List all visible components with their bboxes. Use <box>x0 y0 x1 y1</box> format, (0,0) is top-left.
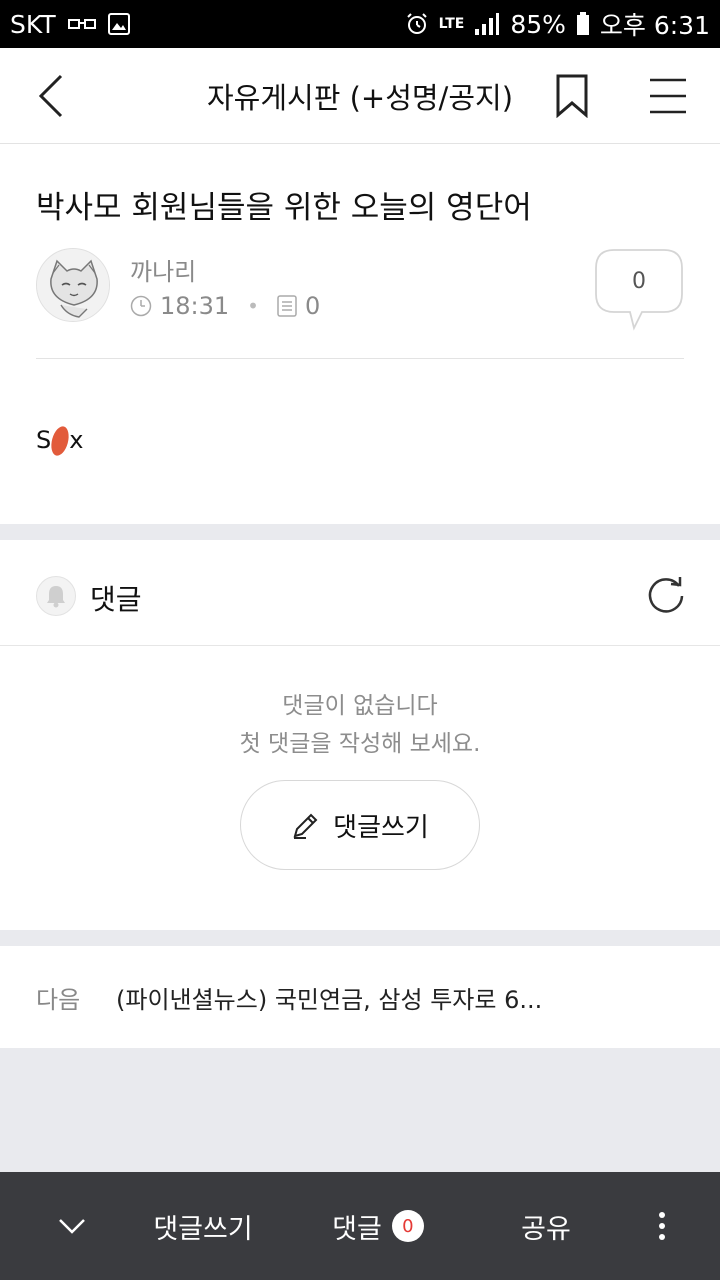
board-title-text: 자유게시판 (+성명/공지) <box>206 81 514 115</box>
toolbar-write-comment-label: 댓글쓰기 <box>153 1213 253 1245</box>
more-options-button[interactable] <box>640 1172 684 1280</box>
bottom-toolbar: 댓글쓰기 댓글 0 공유 <box>0 1172 720 1280</box>
document-icon <box>277 295 297 317</box>
clock-icon <box>130 295 152 317</box>
header-divider <box>36 358 684 359</box>
glasses-icon <box>67 16 96 32</box>
carrier-label: SKT <box>10 9 56 39</box>
post-body-start: S <box>36 426 52 454</box>
post-body: Sx <box>36 424 84 458</box>
author-name[interactable]: 까나리 <box>130 252 196 287</box>
comments-section: 댓글 댓글이 없습니다 첫 댓글을 작성해 보세요. 댓글쓰기 <box>0 540 720 930</box>
next-post-link[interactable]: 다음 (파이낸셜뉴스) 국민연금, 삼성 투자로 6... <box>0 946 720 1048</box>
post-title: 박사모 회원님들을 위한 오늘의 영단어 <box>36 190 532 226</box>
refresh-icon <box>648 577 684 613</box>
post-article: 박사모 회원님들을 위한 오늘의 영단어 까나리 18:31 • 0 0 Sx <box>0 144 720 524</box>
battery-icon <box>576 12 590 36</box>
board-title: 자유게시판 (+성명/공지) <box>0 48 720 144</box>
share-button[interactable]: 공유 <box>504 1172 588 1280</box>
comments-header: 댓글 <box>0 540 720 646</box>
next-post-tag: 다음 <box>36 985 81 1014</box>
back-button[interactable] <box>24 68 80 124</box>
pencil-icon <box>293 813 318 839</box>
network-type: LTE <box>438 16 465 32</box>
notification-toggle[interactable] <box>36 576 76 616</box>
comment-count: 0 <box>632 268 646 294</box>
write-comment-label: 댓글쓰기 <box>333 812 429 843</box>
signal-icon <box>474 12 500 36</box>
bell-icon <box>47 586 65 608</box>
bookmark-button[interactable] <box>548 70 596 122</box>
meta-separator: • <box>247 294 259 318</box>
battery-percent: 85% <box>510 9 566 39</box>
toolbar-write-comment-button[interactable]: 댓글쓰기 <box>140 1172 266 1280</box>
clock: 오후 6:31 <box>599 11 710 40</box>
back-arrow-icon <box>38 74 63 118</box>
post-body-end: x <box>69 426 84 454</box>
cat-avatar-icon <box>37 249 109 321</box>
post-meta: 18:31 • 0 <box>130 292 320 320</box>
post-time: 18:31 <box>160 292 230 320</box>
app-header: 자유게시판 (+성명/공지) <box>0 48 720 144</box>
chevron-down-icon <box>59 1219 85 1234</box>
share-label: 공유 <box>521 1213 571 1245</box>
next-post-title: (파이낸셜뉴스) 국민연금, 삼성 투자로 6... <box>116 985 543 1014</box>
view-count: 0 <box>304 292 321 320</box>
collapse-button[interactable] <box>40 1172 104 1280</box>
empty-comments-hint: 첫 댓글을 작성해 보세요. <box>239 731 481 757</box>
status-bar: SKT LTE 85% 오후 6:31 <box>0 0 720 48</box>
comments-label: 댓글 <box>90 583 142 616</box>
menu-button[interactable] <box>642 70 694 122</box>
bookmark-icon <box>556 74 588 118</box>
more-vertical-icon <box>659 1212 665 1240</box>
empty-comments-message: 댓글이 없습니다 <box>282 693 438 719</box>
toolbar-comments-button[interactable]: 댓글 0 <box>318 1172 438 1280</box>
gallery-icon <box>107 13 130 35</box>
toolbar-comments-label: 댓글 <box>332 1213 382 1245</box>
refresh-button[interactable] <box>642 572 690 620</box>
comment-count-bubble[interactable]: 0 <box>594 248 684 332</box>
write-comment-button[interactable]: 댓글쓰기 <box>240 780 480 870</box>
author-avatar[interactable] <box>36 248 110 322</box>
comments-badge: 0 <box>391 1210 424 1242</box>
hamburger-menu-icon <box>650 78 686 114</box>
alarm-icon <box>405 12 429 36</box>
